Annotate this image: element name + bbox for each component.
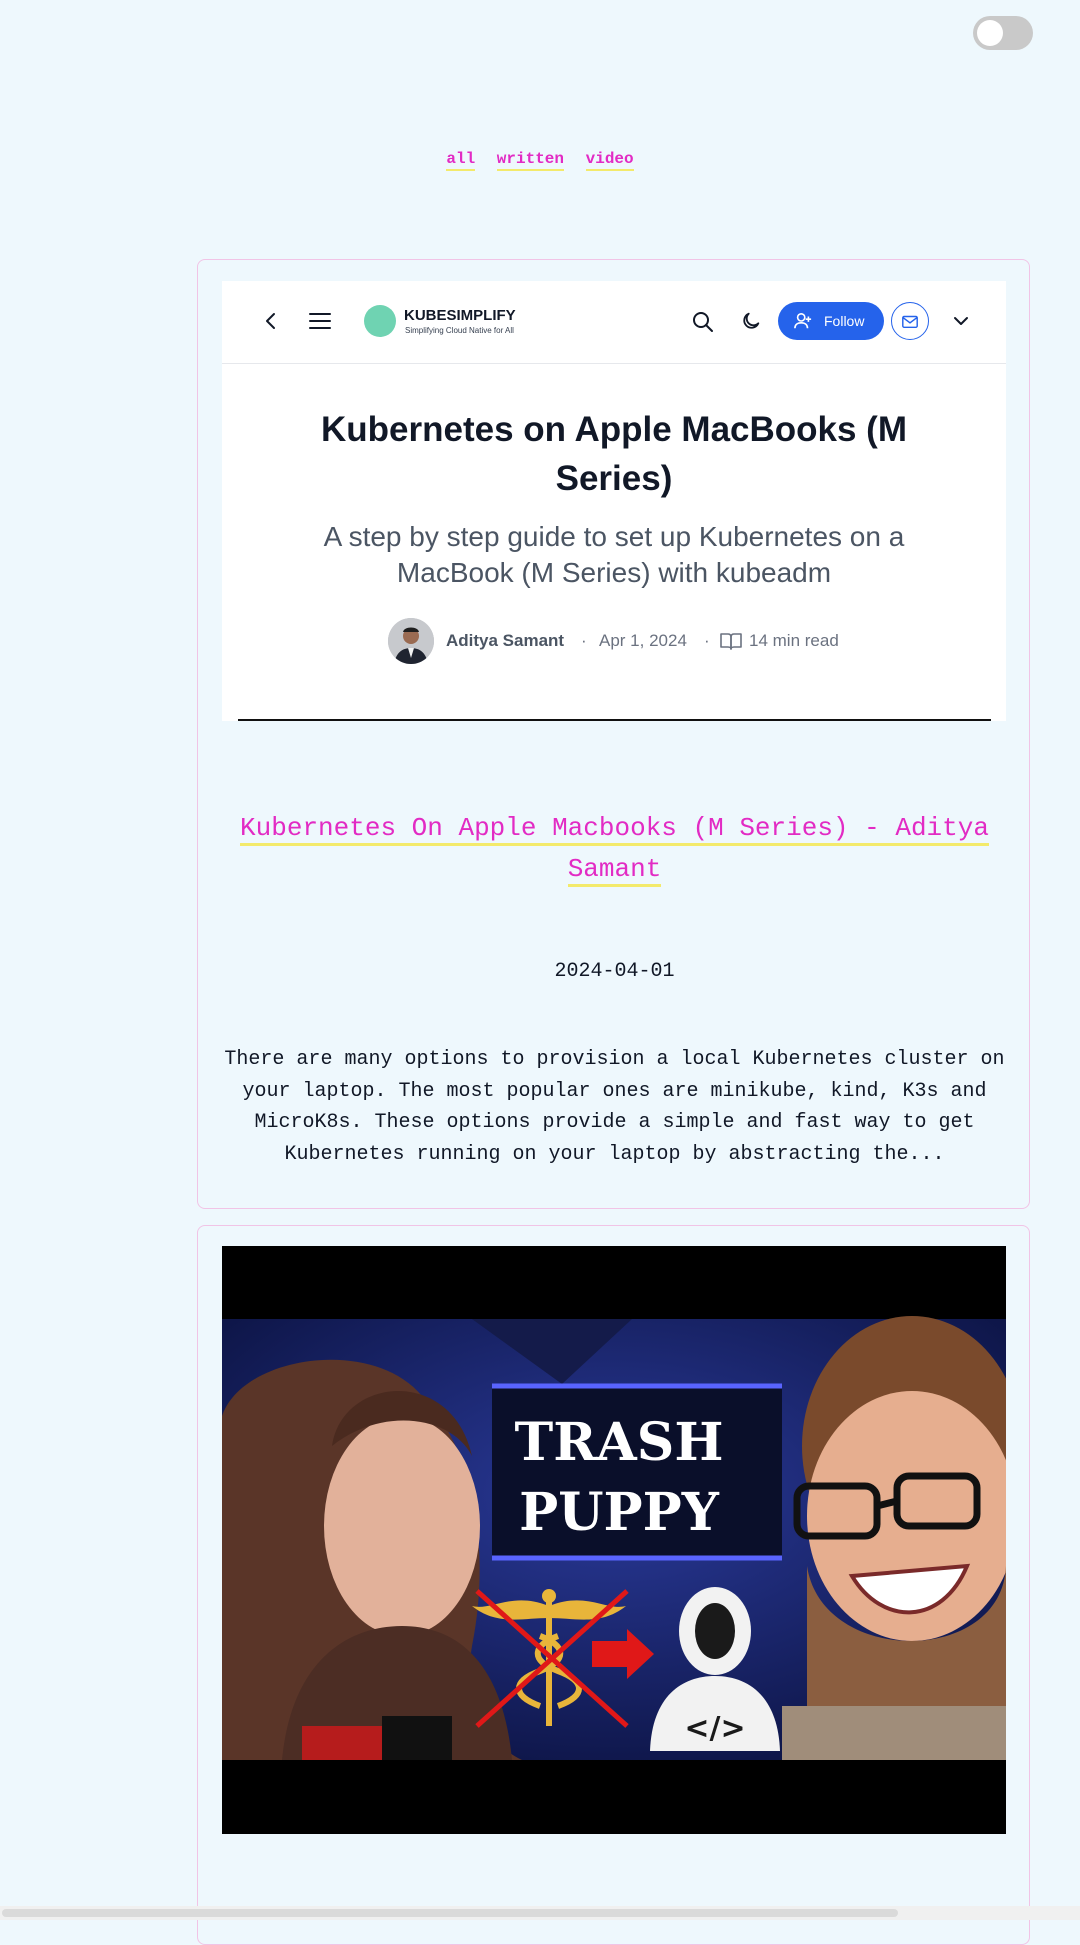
back-icon — [266, 313, 275, 329]
divider — [238, 719, 991, 721]
book-icon — [720, 633, 742, 650]
byline-separator: · — [704, 631, 710, 650]
dark-mode-icon — [743, 312, 760, 329]
article-date: 2024-04-01 — [554, 960, 675, 983]
newsletter-button — [891, 302, 929, 340]
preview-header: KUBESIMPLIFY Simplifying Cloud Native fo… — [222, 281, 1006, 364]
mail-icon — [902, 315, 918, 329]
filter-video[interactable]: video — [585, 150, 634, 171]
preview-byline: Aditya Samant · Apr 1, 2024 · 14 min rea… — [222, 618, 1006, 666]
author-name: Aditya Samant — [446, 631, 565, 650]
search-icon — [693, 312, 713, 332]
content-filter-nav: all written video — [0, 150, 1080, 171]
follow-button: Follow — [778, 302, 884, 340]
read-time: 14 min read — [749, 631, 839, 650]
article-link-text[interactable]: Kubernetes On Apple Macbooks (M Series) … — [240, 813, 989, 887]
thumbnail-text-line1: TRASH — [515, 1412, 724, 1473]
follow-label: Follow — [824, 313, 865, 329]
brand-logo-icon — [364, 305, 396, 337]
brand-tagline: Simplifying Cloud Native for All — [405, 326, 514, 335]
filter-all[interactable]: all — [446, 150, 476, 171]
horizontal-scrollbar[interactable] — [0, 1906, 1080, 1920]
scrollbar-thumb[interactable] — [2, 1909, 898, 1917]
publish-date: Apr 1, 2024 — [599, 631, 687, 650]
video-card: TRASH PUPPY </> — [197, 1225, 1030, 1945]
toggle-knob — [977, 20, 1003, 46]
video-thumbnail[interactable]: TRASH PUPPY </> — [222, 1246, 1006, 1834]
preview-title: Kubernetes on Apple MacBooks (M Series) — [321, 410, 907, 498]
code-symbol: </> — [684, 1711, 745, 1746]
article-card: KUBESIMPLIFY Simplifying Cloud Native fo… — [197, 259, 1030, 1209]
chevron-down-icon — [954, 317, 968, 325]
thumbnail-text-line2: PUPPY — [519, 1482, 720, 1543]
byline-separator: · — [581, 631, 587, 650]
article-excerpt: There are many options to provision a lo… — [224, 1048, 1005, 1166]
theme-toggle[interactable] — [973, 16, 1033, 50]
article-link[interactable]: Kubernetes On Apple Macbooks (M Series) … — [228, 808, 1001, 890]
preview-subtitle: A step by step guide to set up Kubernete… — [323, 521, 905, 588]
add-user-icon — [794, 312, 812, 329]
filter-written[interactable]: written — [496, 150, 564, 171]
article-preview-image[interactable]: KUBESIMPLIFY Simplifying Cloud Native fo… — [222, 281, 1006, 721]
menu-icon — [309, 313, 331, 329]
brand-name: KUBESIMPLIFY — [404, 307, 516, 324]
author-avatar — [388, 618, 434, 664]
